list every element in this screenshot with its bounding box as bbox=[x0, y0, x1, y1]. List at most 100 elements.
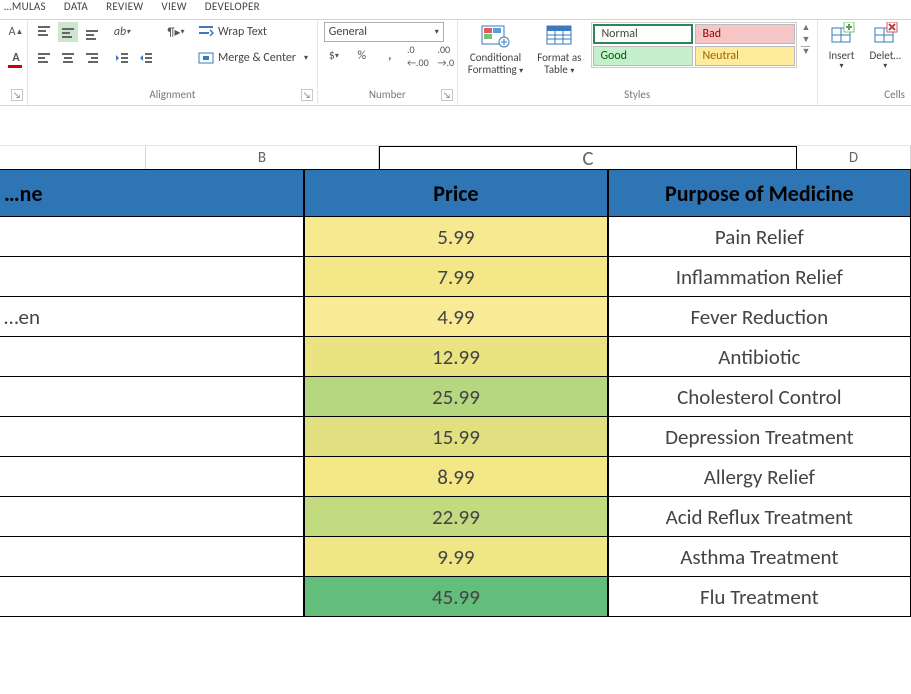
cell[interactable]: …ne bbox=[0, 169, 304, 217]
cell[interactable] bbox=[0, 576, 304, 617]
chevron-down-icon: ▾ bbox=[570, 66, 574, 76]
conditional-formatting-button[interactable]: Conditional Formatting ▾ bbox=[464, 22, 527, 76]
chevron-down-icon: ▾ bbox=[519, 66, 523, 76]
table-row: 22.99Acid Reflux Treatment bbox=[0, 496, 911, 537]
cell[interactable]: 7.99 bbox=[304, 256, 607, 297]
table-row: 7.99Inflammation Relief bbox=[0, 256, 911, 297]
cell[interactable]: Depression Treatment bbox=[608, 416, 911, 457]
chevron-down-icon: ▾ bbox=[435, 27, 439, 37]
column-headers: B C D bbox=[0, 146, 911, 170]
conditional-formatting-icon bbox=[480, 22, 510, 50]
cell[interactable]: 25.99 bbox=[304, 376, 607, 417]
table-header-row: …nePricePurpose of Medicine bbox=[0, 169, 911, 217]
number-dialog-launcher[interactable]: ↘ bbox=[441, 89, 453, 101]
chevron-down-icon: ▾ bbox=[840, 62, 844, 71]
alignment-dialog-launcher[interactable]: ↘ bbox=[301, 89, 313, 101]
cell[interactable]: 15.99 bbox=[304, 416, 607, 457]
style-normal[interactable]: Normal bbox=[593, 24, 693, 44]
cell[interactable]: Antibiotic bbox=[608, 336, 911, 377]
decrease-decimal-button[interactable]: .00→.0 bbox=[436, 46, 456, 66]
cell[interactable]: Purpose of Medicine bbox=[608, 169, 911, 217]
cell[interactable]: Fever Reduction bbox=[608, 296, 911, 337]
align-right-button[interactable] bbox=[82, 48, 102, 68]
chevron-down-icon: ▾ bbox=[883, 62, 887, 71]
align-bottom-button[interactable] bbox=[82, 22, 102, 42]
col-header-d[interactable]: D bbox=[797, 146, 911, 170]
table-row: 25.99Cholesterol Control bbox=[0, 376, 911, 417]
increase-indent-button[interactable] bbox=[136, 48, 156, 68]
styles-scroll-up[interactable]: ▲ bbox=[801, 22, 810, 32]
chevron-down-icon: ▾ bbox=[304, 53, 308, 63]
table-row: …en4.99Fever Reduction bbox=[0, 296, 911, 337]
tab-view[interactable]: VIEW bbox=[161, 0, 186, 13]
table-row: 45.99Flu Treatment bbox=[0, 576, 911, 617]
insert-cells-button[interactable]: Insert ▾ bbox=[824, 22, 860, 71]
font-color-button[interactable]: A bbox=[6, 48, 26, 68]
table-row: 5.99Pain Relief bbox=[0, 216, 911, 257]
styles-more[interactable]: ▼ bbox=[801, 46, 810, 56]
style-good[interactable]: Good bbox=[593, 46, 693, 66]
cell[interactable] bbox=[0, 536, 304, 577]
cell[interactable]: …en bbox=[0, 296, 304, 337]
tab-formulas[interactable]: …MULAS bbox=[4, 0, 46, 13]
wrap-text-button[interactable]: Wrap Text bbox=[196, 22, 311, 42]
table-row: 12.99Antibiotic bbox=[0, 336, 911, 377]
tab-review[interactable]: REVIEW bbox=[106, 0, 143, 13]
increase-decimal-button[interactable]: .0←.00 bbox=[408, 46, 428, 66]
orientation-button[interactable]: ab▾ bbox=[112, 22, 132, 42]
cell[interactable]: Asthma Treatment bbox=[608, 536, 911, 577]
tab-data[interactable]: DATA bbox=[64, 0, 88, 13]
cell[interactable]: Allergy Relief bbox=[608, 456, 911, 497]
cell[interactable]: Flu Treatment bbox=[608, 576, 911, 617]
cell-styles-gallery[interactable]: Normal Bad Good Neutral bbox=[591, 22, 797, 68]
number-format-dropdown[interactable]: General ▾ bbox=[324, 22, 444, 42]
number-format-value: General bbox=[329, 25, 367, 39]
cell[interactable] bbox=[0, 376, 304, 417]
format-as-table-button[interactable]: Format as Table ▾ bbox=[533, 22, 585, 76]
align-center-button[interactable] bbox=[58, 48, 78, 68]
styles-group-label: Styles bbox=[464, 86, 811, 105]
tab-developer[interactable]: DEVELOPER bbox=[205, 0, 260, 13]
merge-center-icon bbox=[198, 50, 214, 66]
cell[interactable] bbox=[0, 496, 304, 537]
delete-cells-button[interactable]: Delet… ▾ bbox=[866, 22, 905, 71]
style-bad[interactable]: Bad bbox=[695, 24, 795, 44]
cell[interactable] bbox=[0, 416, 304, 457]
cell[interactable]: Acid Reflux Treatment bbox=[608, 496, 911, 537]
worksheet-grid[interactable]: B C D …nePricePurpose of Medicine5.99Pai… bbox=[0, 146, 911, 617]
cell[interactable]: Pain Relief bbox=[608, 216, 911, 257]
cell[interactable]: 9.99 bbox=[304, 536, 607, 577]
cell[interactable]: 12.99 bbox=[304, 336, 607, 377]
merge-center-button[interactable]: Merge & Center ▾ bbox=[196, 48, 311, 68]
cell[interactable]: Price bbox=[304, 169, 607, 217]
style-neutral[interactable]: Neutral bbox=[695, 46, 795, 66]
cell[interactable] bbox=[0, 256, 304, 297]
cell[interactable]: 45.99 bbox=[304, 576, 607, 617]
format-as-table-icon bbox=[544, 22, 574, 50]
cell[interactable] bbox=[0, 216, 304, 257]
align-top-button[interactable] bbox=[34, 22, 54, 42]
cell[interactable]: 22.99 bbox=[304, 496, 607, 537]
col-header-a[interactable] bbox=[0, 146, 146, 170]
decrease-indent-button[interactable] bbox=[112, 48, 132, 68]
ltr-button[interactable]: ¶▸▾ bbox=[166, 22, 186, 42]
styles-scroll-down[interactable]: ▼ bbox=[801, 34, 810, 44]
cell[interactable]: 5.99 bbox=[304, 216, 607, 257]
cell[interactable]: Inflammation Relief bbox=[608, 256, 911, 297]
comma-format-button[interactable]: , bbox=[380, 46, 400, 66]
increase-font-button[interactable]: A▲ bbox=[6, 22, 26, 42]
cell[interactable]: 4.99 bbox=[304, 296, 607, 337]
col-header-b[interactable]: B bbox=[146, 146, 379, 170]
cell[interactable]: 8.99 bbox=[304, 456, 607, 497]
number-group-label: Number bbox=[324, 86, 451, 105]
cell[interactable] bbox=[0, 336, 304, 377]
align-middle-button[interactable] bbox=[58, 22, 78, 42]
align-left-button[interactable] bbox=[34, 48, 54, 68]
col-header-c[interactable]: C bbox=[379, 146, 797, 170]
font-dialog-launcher[interactable]: ↘ bbox=[11, 89, 23, 101]
percent-format-button[interactable]: % bbox=[352, 46, 372, 66]
cell[interactable] bbox=[0, 456, 304, 497]
cells-group-label: Cells bbox=[824, 86, 905, 105]
accounting-format-button[interactable]: $ ▾ bbox=[324, 46, 344, 66]
cell[interactable]: Cholesterol Control bbox=[608, 376, 911, 417]
